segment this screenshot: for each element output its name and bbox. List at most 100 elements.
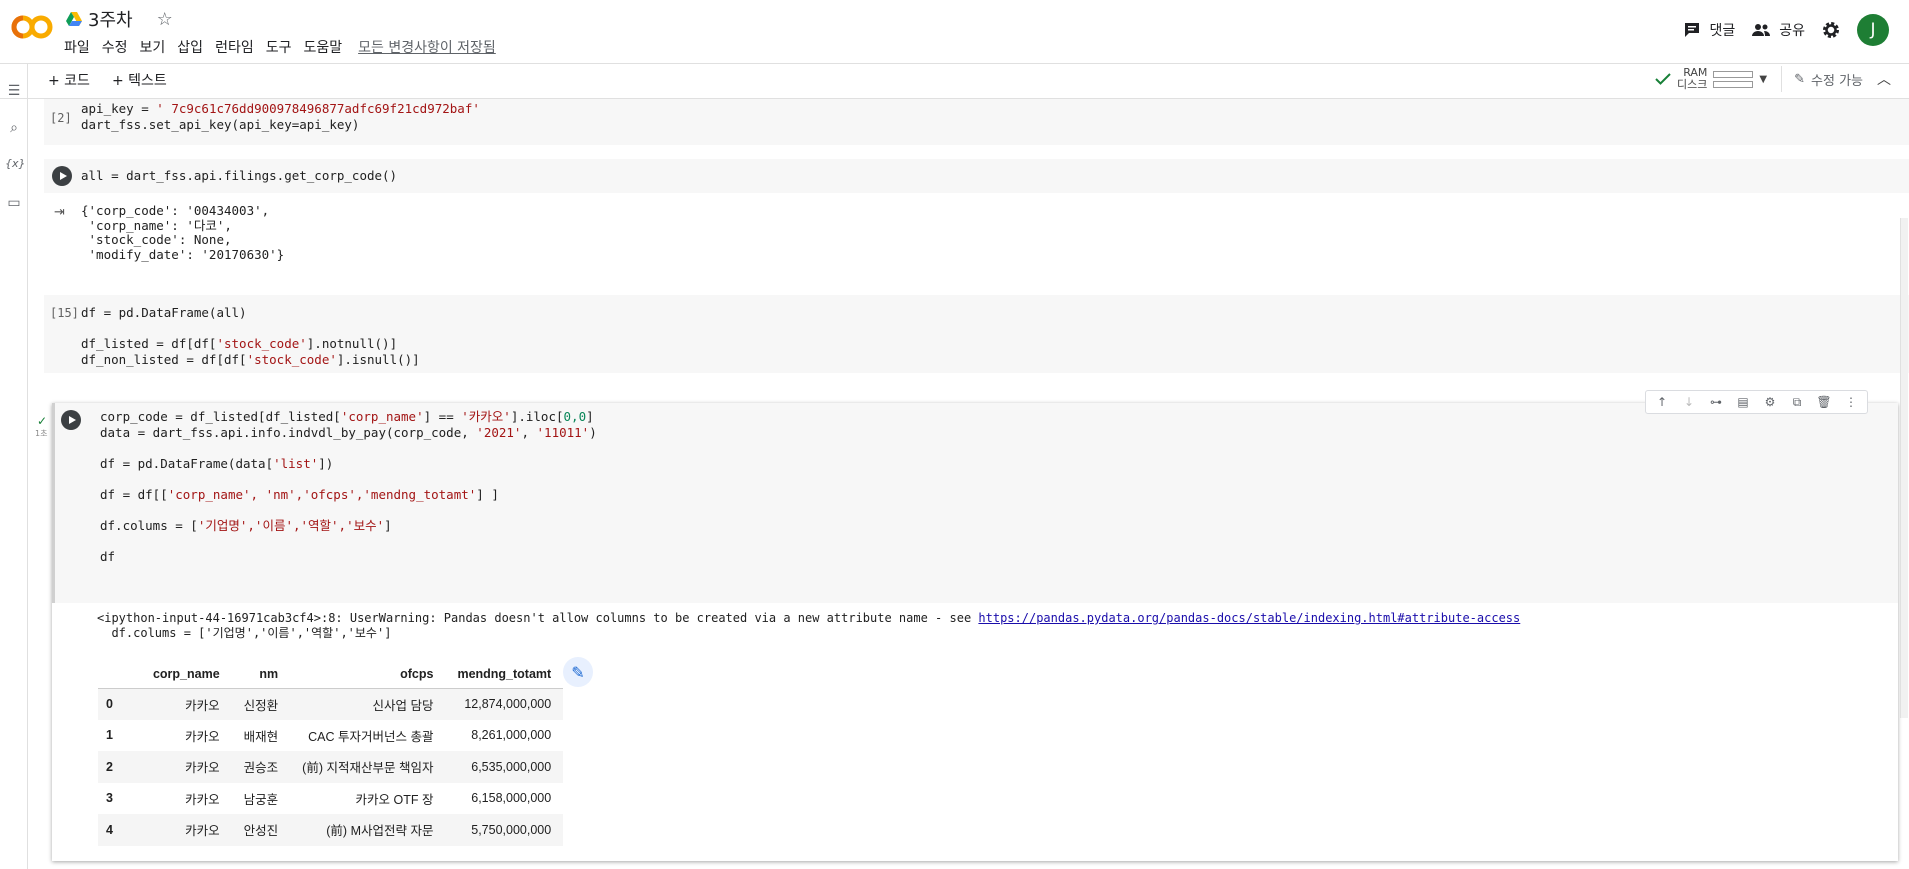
code-line: df = df[[ bbox=[100, 486, 168, 502]
column-header[interactable]: nm bbox=[231, 661, 291, 689]
menu-view[interactable]: 보기 bbox=[140, 37, 166, 57]
comment-icon[interactable]: ▤ bbox=[1733, 395, 1753, 409]
table-header-row: corp_name nm ofcps mendng_totamt bbox=[98, 661, 564, 689]
link-icon[interactable]: ⊶ bbox=[1706, 395, 1726, 409]
avatar[interactable]: J bbox=[1857, 14, 1889, 46]
code-line: df bbox=[100, 548, 116, 564]
code-editor[interactable]: all = dart_fss.api.filings.get_corp_code… bbox=[81, 168, 397, 184]
people-icon bbox=[1752, 24, 1771, 36]
cell-amount: 8,261,000,000 bbox=[471, 728, 552, 743]
drive-icon bbox=[66, 12, 82, 26]
code-string: '11011' bbox=[536, 424, 590, 440]
edit-mode-button[interactable]: ✎ 수정 가능 bbox=[1781, 66, 1863, 92]
row-index: 0 bbox=[98, 688, 141, 720]
cell-corp-name: 카카오 bbox=[140, 688, 232, 720]
code-editor[interactable]: corp_code = df_listed[df_listed['corp_na… bbox=[100, 409, 597, 564]
share-label: 공유 bbox=[1779, 23, 1805, 39]
cell-amount: 6,535,000,000 bbox=[445, 751, 564, 783]
code-line: ].iloc[ bbox=[510, 409, 564, 424]
left-rail: ☰ ⌕ {x} ▭ bbox=[0, 63, 28, 869]
row-index: 3 bbox=[106, 791, 113, 806]
code-cell-3[interactable]: [15] df = pd.DataFrame(all) df_listed = … bbox=[44, 295, 1909, 373]
arrow-down-icon[interactable]: ↓ bbox=[1679, 395, 1699, 409]
resource-monitor[interactable]: RAM 디스크 ▼ bbox=[1655, 67, 1767, 91]
row-index: 2 bbox=[98, 751, 141, 783]
output-icon[interactable]: ⇥ bbox=[54, 205, 65, 220]
gear-icon[interactable] bbox=[1821, 20, 1841, 40]
delete-icon[interactable]: 🗑 bbox=[1814, 395, 1834, 409]
warning-output: <ipython-input-44-16971cab3cf4>:8: UserW… bbox=[97, 611, 1520, 640]
cell-toolbar: ↑ ↓ ⊶ ▤ ⚙ ⧉ 🗑 ⋮ bbox=[1645, 390, 1868, 414]
code-editor[interactable]: df = pd.DataFrame(all) df_listed = df[df… bbox=[81, 305, 420, 367]
add-cell-buttons: + 코드 + 텍스트 bbox=[48, 70, 167, 90]
share-button[interactable]: 공유 bbox=[1751, 20, 1805, 40]
arrow-up-icon[interactable]: ↑ bbox=[1652, 395, 1672, 409]
variables-icon[interactable]: {x} bbox=[5, 157, 26, 175]
play-icon[interactable] bbox=[52, 166, 72, 186]
chevron-down-icon[interactable]: ▼ bbox=[1759, 74, 1767, 85]
comments-button[interactable]: 댓글 bbox=[1683, 20, 1735, 40]
colab-logo[interactable] bbox=[10, 12, 54, 42]
table-row: 3 카카오 남궁훈 카카오 OTF 장 6,158,000,000 bbox=[98, 783, 563, 815]
notebook-toolbar: + 코드 + 텍스트 RAM 디스크 ▼ ✎ 수정 가능 ︿ bbox=[0, 63, 1909, 99]
pencil-icon: ✎ bbox=[1794, 71, 1806, 87]
cell-2-output: {'corp_code': '00434003', 'corp_name': '… bbox=[81, 203, 285, 262]
menu-insert[interactable]: 삽입 bbox=[177, 37, 203, 57]
menu-help[interactable]: 도움말 bbox=[303, 37, 342, 57]
gear-icon[interactable]: ⚙ bbox=[1760, 395, 1780, 409]
code-editor-area[interactable]: corp_code = df_listed[df_listed['corp_na… bbox=[52, 403, 1898, 603]
add-code-button[interactable]: + 코드 bbox=[48, 70, 90, 90]
notebook-title[interactable]: 3주차 bbox=[88, 6, 133, 32]
menu-file[interactable]: 파일 bbox=[64, 37, 90, 57]
cell-amount: 6,158,000,000 bbox=[471, 791, 552, 806]
dataframe-table: corp_name nm ofcps mendng_totamt 0 카카오 신… bbox=[98, 661, 564, 846]
code-string: 'corp_name', 'nm','ofcps','mendng_totamt… bbox=[167, 486, 477, 502]
menu-edit[interactable]: 수정 bbox=[102, 37, 128, 57]
code-line: ] ] bbox=[476, 486, 499, 502]
code-line: , bbox=[521, 424, 537, 440]
add-text-button[interactable]: + 텍스트 bbox=[112, 70, 167, 90]
column-header[interactable]: ofcps bbox=[290, 661, 446, 689]
star-icon[interactable]: ☆ bbox=[157, 9, 173, 30]
code-cell-1[interactable]: [2] api_key = ' 7c9c61c76dd900978496877a… bbox=[44, 99, 1909, 145]
mirror-cell-icon[interactable]: ⧉ bbox=[1787, 395, 1807, 410]
code-editor[interactable]: api_key = ' 7c9c61c76dd900978496877adfc6… bbox=[81, 101, 480, 132]
code-line: df = pd.DataFrame(data[ bbox=[100, 455, 274, 471]
saved-status[interactable]: 모든 변경사항이 저장됨 bbox=[358, 37, 496, 57]
table-row: 2 카카오 권승조 (前) 지적재산부문 책임자 6,535,000,000 bbox=[98, 751, 564, 783]
magic-wand-icon[interactable]: ✎ bbox=[563, 657, 593, 687]
menu-tools[interactable]: 도구 bbox=[266, 37, 292, 57]
docs-link[interactable]: https://pandas.pydata.org/pandas-docs/st… bbox=[978, 611, 1520, 625]
cell-ofcps: 카카오 OTF 장 bbox=[355, 792, 434, 807]
code-number: 0,0 bbox=[563, 409, 587, 424]
code-cell-2[interactable]: all = dart_fss.api.filings.get_corp_code… bbox=[44, 159, 1909, 193]
column-header[interactable]: corp_name bbox=[140, 661, 232, 689]
cell-corp-name: 카카오 bbox=[140, 751, 232, 783]
cell-nm: 남궁훈 bbox=[243, 792, 279, 807]
column-header[interactable]: mendng_totamt bbox=[445, 661, 564, 689]
code-string: ' 7c9c61c76dd900978496877adfc69f21cd972b… bbox=[156, 101, 480, 116]
folder-icon[interactable]: ▭ bbox=[5, 195, 23, 213]
code-string: '기업명','이름','역할','보수' bbox=[197, 517, 385, 533]
play-icon[interactable] bbox=[61, 410, 81, 430]
cell-nm: 권승조 bbox=[231, 751, 291, 783]
code-line: df = pd.DataFrame(all) bbox=[81, 305, 247, 320]
more-vert-icon[interactable]: ⋮ bbox=[1841, 395, 1861, 409]
code-line: ]) bbox=[318, 455, 334, 471]
scrollbar[interactable] bbox=[1900, 218, 1908, 718]
cell-nm: 신정환 bbox=[231, 688, 291, 720]
table-of-contents-icon[interactable]: ☰ bbox=[5, 83, 23, 101]
chevron-up-icon[interactable]: ︿ bbox=[1877, 69, 1891, 89]
code-string: 'list' bbox=[273, 455, 319, 471]
code-line: ].isnull()] bbox=[336, 351, 420, 367]
title-row: 3주차 ☆ bbox=[66, 6, 173, 32]
code-line: ] bbox=[384, 517, 392, 533]
cell-amount: 12,874,000,000 bbox=[445, 688, 564, 720]
cell-ofcps: (前) 지적재산부문 책임자 bbox=[290, 751, 446, 783]
table-row: 1 카카오 배재현 CAC 투자거버넌스 총괄 8,261,000,000 bbox=[98, 720, 563, 752]
menu-runtime[interactable]: 런타임 bbox=[215, 37, 254, 57]
search-icon[interactable]: ⌕ bbox=[5, 120, 23, 138]
code-string: 'stock_code' bbox=[216, 336, 307, 351]
resource-labels: RAM 디스크 bbox=[1677, 67, 1707, 91]
code-string: 'stock_code' bbox=[246, 351, 337, 367]
